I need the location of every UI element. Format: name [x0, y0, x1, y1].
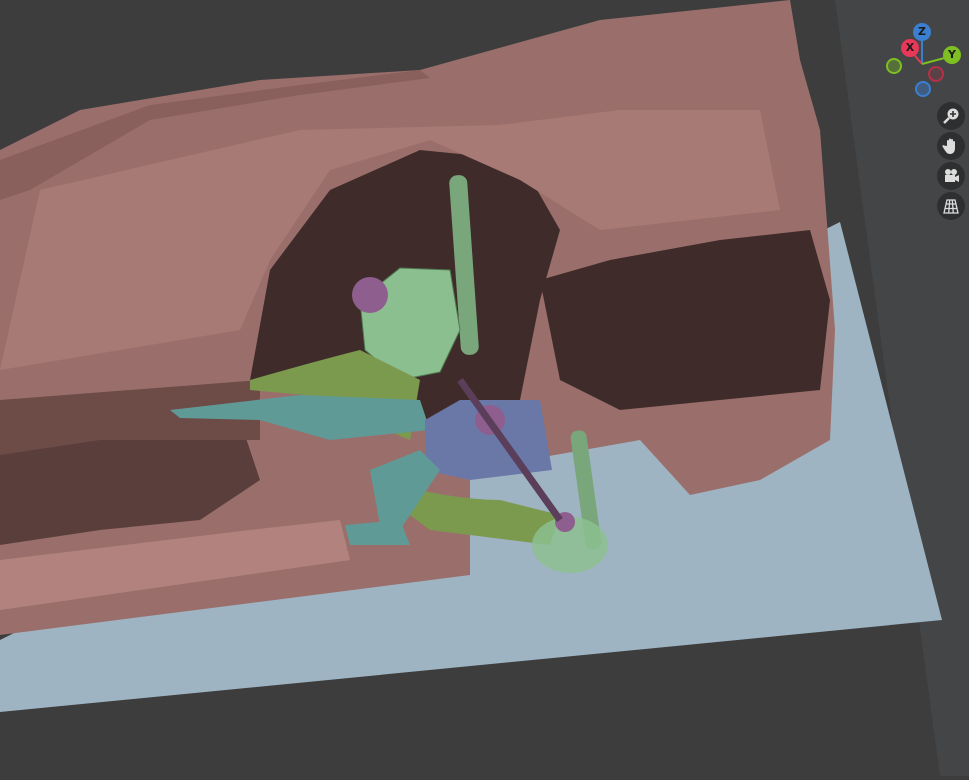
gizmo-z-axis[interactable]: Z [913, 23, 931, 41]
gizmo-x-axis[interactable]: X [901, 39, 919, 57]
camera-view-button[interactable] [937, 162, 965, 190]
gizmo-neg-x-axis[interactable] [928, 66, 944, 82]
3d-viewport[interactable]: Z X Y const data = JSON.parse(document.g… [0, 0, 969, 776]
gizmo-neg-y-axis[interactable] [886, 58, 902, 74]
navigation-gizmo[interactable]: Z X Y [880, 20, 969, 110]
grid-icon [943, 199, 959, 214]
gizmo-neg-z-axis[interactable] [915, 81, 931, 97]
gizmo-y-axis[interactable]: Y [943, 46, 961, 64]
pan-button[interactable] [937, 132, 965, 160]
zoom-in-icon [943, 108, 959, 124]
scene-render [0, 0, 969, 776]
hand-icon [942, 138, 955, 154]
camera-icon [945, 169, 959, 182]
zoom-button[interactable] [937, 102, 965, 130]
toggle-perspective-button[interactable] [937, 192, 965, 220]
